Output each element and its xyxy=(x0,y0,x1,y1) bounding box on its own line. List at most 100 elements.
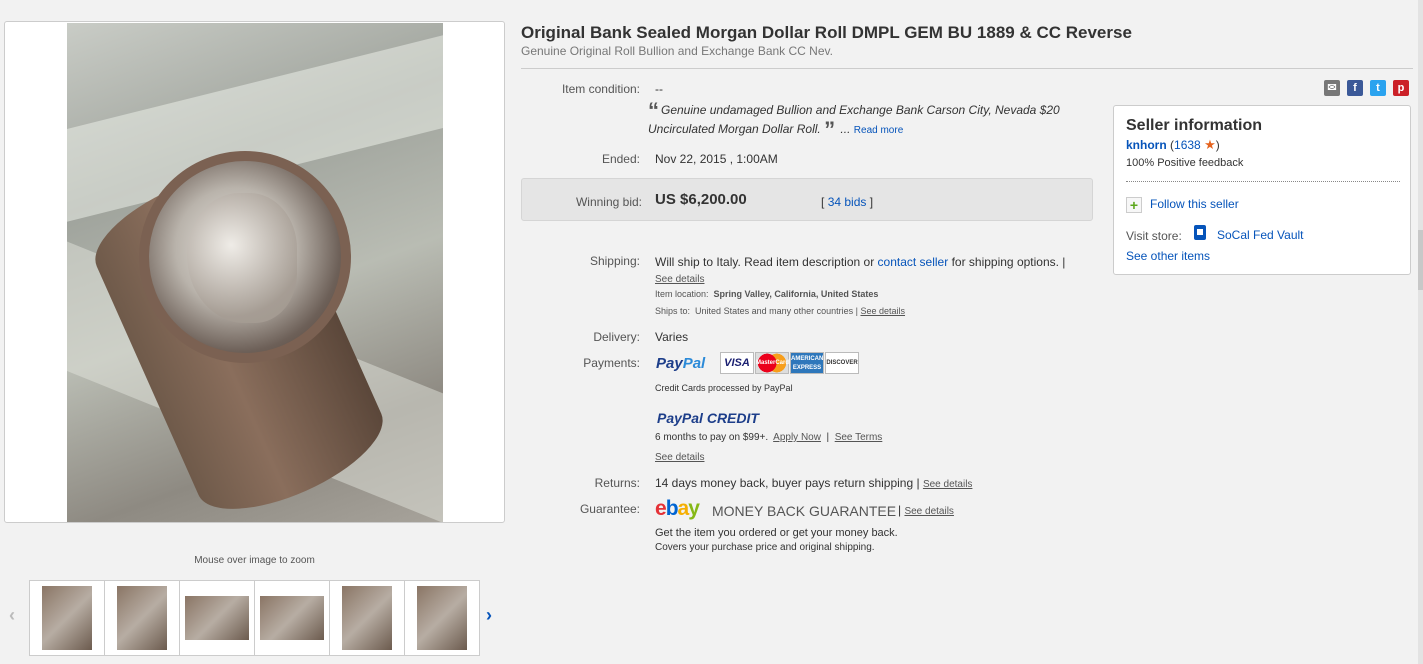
shipping-text-end: for shipping options. | xyxy=(948,255,1066,269)
paypal-credit-terms: 6 months to pay on $99+. Apply Now | See… xyxy=(655,432,883,443)
shipping-value: Will ship to Italy. Read item descriptio… xyxy=(655,254,1075,288)
bracket-open: [ xyxy=(821,195,825,209)
thumbnail-5[interactable] xyxy=(329,580,405,656)
title-divider xyxy=(521,68,1413,69)
item-location-value: Spring Valley, California, United States xyxy=(713,289,879,299)
payments-label: Payments: xyxy=(583,356,640,370)
see-terms-link[interactable]: See Terms xyxy=(835,432,883,443)
returns-value: 14 days money back, buyer pays return sh… xyxy=(655,476,972,490)
image-liberty-head xyxy=(187,193,297,323)
seller-name-row: knhorn (1638 ★) xyxy=(1126,137,1220,153)
bid-count-link[interactable]: 34 bids xyxy=(828,195,867,209)
ended-value: Nov 22, 2015 , 1:00AM xyxy=(655,152,778,166)
guarantee-see-details: | See details xyxy=(898,503,954,517)
ships-to-see-details-link[interactable]: See details xyxy=(860,306,905,316)
shipping-text: Will ship to Italy. Read item descriptio… xyxy=(655,255,878,269)
paypal-logo-pay: Pay xyxy=(656,355,683,372)
guarantee-line-2: Covers your purchase price and original … xyxy=(655,542,875,553)
paypal-logo: PayPal xyxy=(656,355,705,372)
item-location-label: Item location: xyxy=(655,289,709,299)
zoom-hint: Mouse over image to zoom xyxy=(194,555,315,566)
quote-open-icon: “ xyxy=(648,98,659,123)
thumbnail-2[interactable] xyxy=(104,580,180,656)
ebay-logo-e: e xyxy=(655,497,667,520)
condition-label: Item condition: xyxy=(561,82,640,96)
paypal-credit-logo: PayPal CREDIT xyxy=(657,410,759,426)
see-other-items-link[interactable]: See other items xyxy=(1126,249,1210,263)
returns-text: 14 days money back, buyer pays return sh… xyxy=(655,476,923,490)
condition-value: -- xyxy=(655,82,663,96)
feedback-star-icon: ★ xyxy=(1204,137,1216,152)
pinterest-share-icon[interactable]: p xyxy=(1393,80,1409,96)
winning-bid-panel: Winning bid: US $6,200.00 [ 34 bids ] xyxy=(521,178,1093,221)
seller-divider xyxy=(1126,181,1400,182)
main-image-frame[interactable] xyxy=(4,21,505,523)
thumbnail-1[interactable] xyxy=(29,580,105,656)
thumbnail-image xyxy=(417,586,467,650)
read-more-link[interactable]: Read more xyxy=(854,125,903,136)
thumbnail-next-icon[interactable]: › xyxy=(486,605,492,626)
scrollbar-thumb[interactable] xyxy=(1418,230,1423,290)
seller-feedback-score-link[interactable]: 1638 xyxy=(1174,138,1201,152)
ships-to-value: United States and many other countries | xyxy=(695,306,861,316)
ships-to-label: Ships to: xyxy=(655,306,691,316)
store-name-link[interactable]: SoCal Fed Vault xyxy=(1217,228,1304,242)
seller-info-title: Seller information xyxy=(1126,117,1263,134)
thumbnail-6[interactable] xyxy=(404,580,480,656)
ended-label: Ended: xyxy=(601,152,640,166)
winning-bid-price: US $6,200.00 xyxy=(655,191,747,208)
thumbnail-image xyxy=(42,586,92,650)
seller-score-close: ) xyxy=(1215,138,1220,152)
discover-icon: DISCOVER xyxy=(825,352,859,374)
page-scrollbar[interactable] xyxy=(1418,0,1423,664)
paypal-credit-logo-paypal: PayPal xyxy=(657,410,703,426)
returns-see-details-link[interactable]: See details xyxy=(923,479,972,490)
amex-icon: AMERICAN EXPRESS xyxy=(790,352,824,374)
item-location: Item location: Spring Valley, California… xyxy=(655,289,878,299)
thumbnail-4[interactable] xyxy=(254,580,330,656)
thumbnail-image xyxy=(260,596,324,640)
guarantee-label: Guarantee: xyxy=(579,502,640,516)
credit-terms-text: 6 months to pay on $99+. xyxy=(655,432,769,443)
quote-close-icon: ” xyxy=(824,117,836,142)
bid-history: [ 34 bids ] xyxy=(821,195,873,209)
ships-to: Ships to: United States and many other c… xyxy=(655,306,905,316)
thumbnail-3[interactable] xyxy=(179,580,255,656)
seller-name-link[interactable]: knhorn xyxy=(1126,138,1167,152)
twitter-share-icon[interactable]: t xyxy=(1370,80,1386,96)
follow-plus-icon[interactable]: + xyxy=(1126,197,1142,213)
bracket-close: ] xyxy=(869,195,874,209)
paypal-credit-logo-credit: CREDIT xyxy=(702,410,759,426)
visa-icon: VISA xyxy=(720,352,754,374)
thumbnail-prev-icon[interactable]: ‹ xyxy=(9,605,15,626)
shipping-label: Shipping: xyxy=(589,254,640,268)
apply-now-link[interactable]: Apply Now xyxy=(773,432,821,443)
delivery-label: Delivery: xyxy=(593,330,640,344)
mastercard-icon: MasterCard xyxy=(755,352,789,374)
money-back-guarantee-title: MONEY BACK GUARANTEE xyxy=(712,503,897,519)
guarantee-line-1: Get the item you ordered or get your mon… xyxy=(655,527,898,539)
seller-positive-feedback: 100% Positive feedback xyxy=(1126,157,1244,169)
ebay-logo-b: b xyxy=(665,497,679,520)
main-item-image[interactable] xyxy=(67,23,443,522)
facebook-share-icon[interactable]: f xyxy=(1347,80,1363,96)
store-icon xyxy=(1194,225,1206,240)
listing-title: Original Bank Sealed Morgan Dollar Roll … xyxy=(521,23,1132,42)
shipping-see-details-link[interactable]: See details xyxy=(655,274,704,285)
condition-description: “Genuine undamaged Bullion and Exchange … xyxy=(648,98,1098,142)
seller-info-panel: Seller information knhorn (1638 ★) 100% … xyxy=(1113,105,1411,275)
ebay-logo-a: a xyxy=(677,497,690,520)
winning-bid-label: Winning bid: xyxy=(575,195,642,209)
ebay-logo-y: y xyxy=(688,497,700,520)
contact-seller-link[interactable]: contact seller xyxy=(878,255,949,269)
returns-label: Returns: xyxy=(594,476,640,490)
thumbnail-image xyxy=(117,586,167,650)
visit-store-label: Visit store: xyxy=(1126,229,1182,243)
thumbnail-image xyxy=(185,596,249,640)
guarantee-see-details-link[interactable]: See details xyxy=(904,506,953,517)
payments-see-details-link[interactable]: See details xyxy=(655,452,704,463)
follow-seller-link[interactable]: Follow this seller xyxy=(1150,197,1239,211)
paypal-logo-pal: Pal xyxy=(682,355,706,372)
delivery-value: Varies xyxy=(655,330,689,344)
email-share-icon[interactable]: ✉ xyxy=(1324,80,1340,96)
